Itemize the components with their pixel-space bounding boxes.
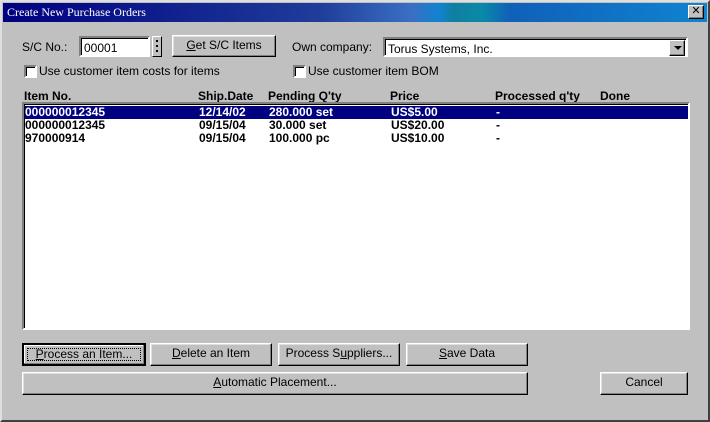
cancel-label: Cancel: [625, 375, 663, 389]
own-company-select[interactable]: Torus Systems, Inc.: [383, 37, 688, 57]
process-item-button[interactable]: Process an Item...: [22, 343, 146, 366]
process-suppliers-label-a: Process S: [285, 346, 341, 360]
table-row[interactable]: 970000914 09/15/04 100.000 pc US$10.00 -: [25, 131, 688, 145]
save-data-button[interactable]: Save Data: [406, 343, 528, 366]
sc-no-label: S/C No.:: [22, 40, 68, 54]
column-header-ship-date: Ship.Date: [198, 89, 254, 103]
column-header-price: Price: [390, 89, 420, 103]
process-suppliers-button[interactable]: Process Suppliers...: [278, 343, 400, 366]
process-suppliers-label-b: ppliers...: [347, 346, 393, 360]
row-price: US$10.00: [391, 131, 445, 145]
row-pending-qty: 100.000 pc: [269, 131, 330, 145]
column-header-item-no: Item No.: [24, 89, 72, 103]
cancel-button[interactable]: Cancel: [600, 372, 688, 395]
delete-item-mnemonic: D: [171, 346, 181, 360]
own-company-label: Own company:: [292, 40, 373, 54]
column-header-done: Done: [600, 89, 630, 103]
row-processed-qty: -: [496, 131, 500, 145]
save-data-mnemonic: S: [438, 346, 447, 360]
process-item-label: rocess an Item...: [43, 347, 133, 361]
table-row[interactable]: 000000012345 12/14/02 280.000 set US$5.0…: [25, 106, 688, 119]
sc-no-lookup-spinner[interactable]: [152, 36, 162, 57]
table-row[interactable]: 000000012345 09/15/04 30.000 set US$20.0…: [25, 119, 688, 132]
create-purchase-orders-dialog: Create New Purchase Orders ✕ S/C No.: 00…: [0, 0, 710, 422]
chevron-down-icon[interactable]: [669, 40, 685, 56]
process-suppliers-mnemonic: u: [340, 346, 347, 360]
use-customer-bom-checkbox[interactable]: [293, 65, 306, 78]
get-sc-items-button[interactable]: Get S/C Items: [172, 35, 276, 57]
close-button[interactable]: ✕: [688, 5, 704, 19]
window-title: Create New Purchase Orders: [7, 5, 146, 19]
save-data-label: ave Data: [446, 346, 496, 360]
automatic-placement-label: utomatic Placement...: [221, 375, 337, 389]
row-item-no: 970000914: [25, 131, 86, 145]
close-icon: ✕: [691, 5, 701, 17]
column-header-processed-qty: Processed q'ty: [495, 89, 580, 103]
sc-no-input[interactable]: 00001: [79, 36, 150, 57]
use-customer-bom-label: Use customer item BOM: [308, 64, 439, 78]
delete-item-button[interactable]: Delete an Item: [150, 343, 272, 366]
delete-item-label: elete an Item: [180, 346, 251, 360]
automatic-placement-button[interactable]: Automatic Placement...: [22, 372, 528, 395]
use-customer-costs-label: Use customer item costs for items: [39, 64, 220, 78]
column-header-pending-qty: Pending Q'ty: [268, 89, 342, 103]
items-list[interactable]: 000000012345 12/14/02 280.000 set US$5.0…: [22, 102, 690, 330]
row-ship-date: 09/15/04: [199, 131, 246, 145]
use-customer-costs-checkbox[interactable]: [24, 65, 37, 78]
get-sc-items-mnemonic: G: [186, 38, 196, 52]
title-bar[interactable]: Create New Purchase Orders ✕: [3, 3, 707, 22]
get-sc-items-label: et S/C Items: [195, 38, 262, 52]
own-company-value: Torus Systems, Inc.: [388, 42, 493, 56]
sc-no-value: 00001: [84, 41, 118, 55]
process-item-mnemonic: P: [35, 347, 44, 361]
